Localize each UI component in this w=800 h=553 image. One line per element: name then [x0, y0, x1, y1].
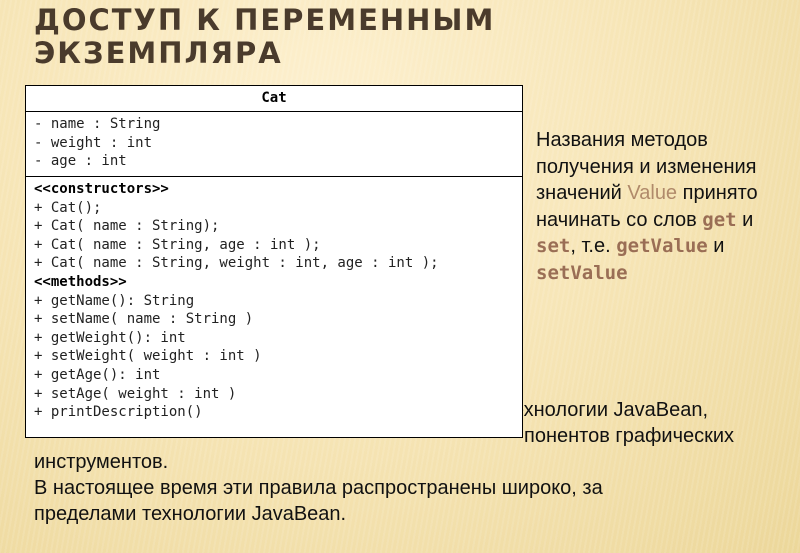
uml-attribute: - weight : int [34, 134, 153, 151]
uml-class-name: Cat [26, 86, 522, 112]
title-line-2: ЭКЗЕМПЛЯРА [34, 36, 283, 70]
set-keyword: set [536, 235, 571, 257]
uml-method: + setAge( weight : int ) [34, 385, 237, 402]
uml-constructor: + Cat(); [34, 199, 102, 216]
value-word: Value [627, 182, 678, 204]
uml-constructor: + Cat( name : String); [34, 218, 220, 235]
getvalue-keyword: getValue [616, 235, 708, 257]
body-line-5: пределами технологии JavaBean. [34, 503, 347, 525]
uml-attribute: - age : int [34, 153, 127, 170]
slide-title: ДОСТУП К ПЕРЕМЕННЫМ ЭКЗЕМПЛЯРА [34, 4, 495, 70]
note-text: и [707, 235, 725, 257]
uml-operations-section: <<constructors>> + Cat(); + Cat( name : … [26, 177, 522, 422]
title-line-1: ДОСТУП К ПЕРЕМЕННЫМ [34, 3, 496, 37]
uml-class-diagram: Cat - name : String - weight : int - age… [25, 85, 523, 438]
note-text: , т.е. [570, 235, 617, 257]
uml-method: + setWeight( weight : int ) [34, 348, 262, 365]
uml-method: + printDescription() [34, 404, 203, 421]
constructors-stereotype: <<constructors>> [34, 181, 169, 197]
uml-attribute: - name : String [34, 116, 161, 132]
methods-stereotype: <<methods>> [34, 273, 127, 290]
uml-method: + setName( name : String ) [34, 311, 254, 328]
uml-method: + getWeight(): int [34, 329, 186, 346]
get-keyword: get [702, 208, 737, 231]
uml-constructor: + Cat( name : String, age : int ); [34, 236, 321, 253]
note-text: и [736, 208, 754, 231]
naming-convention-note: Названия методов получения и изменения з… [536, 127, 786, 286]
uml-method: + getAge(): int [34, 366, 161, 383]
body-line-3: инструментов. [34, 451, 169, 473]
setvalue-keyword: setValue [536, 261, 628, 284]
uml-method: + getName(): String [34, 292, 195, 309]
uml-attributes-section: - name : String - weight : int - age : i… [26, 112, 522, 177]
uml-constructor: + Cat( name : String, weight : int, age … [34, 255, 439, 272]
body-line-4: В настоящее время эти правила распростра… [34, 477, 603, 499]
